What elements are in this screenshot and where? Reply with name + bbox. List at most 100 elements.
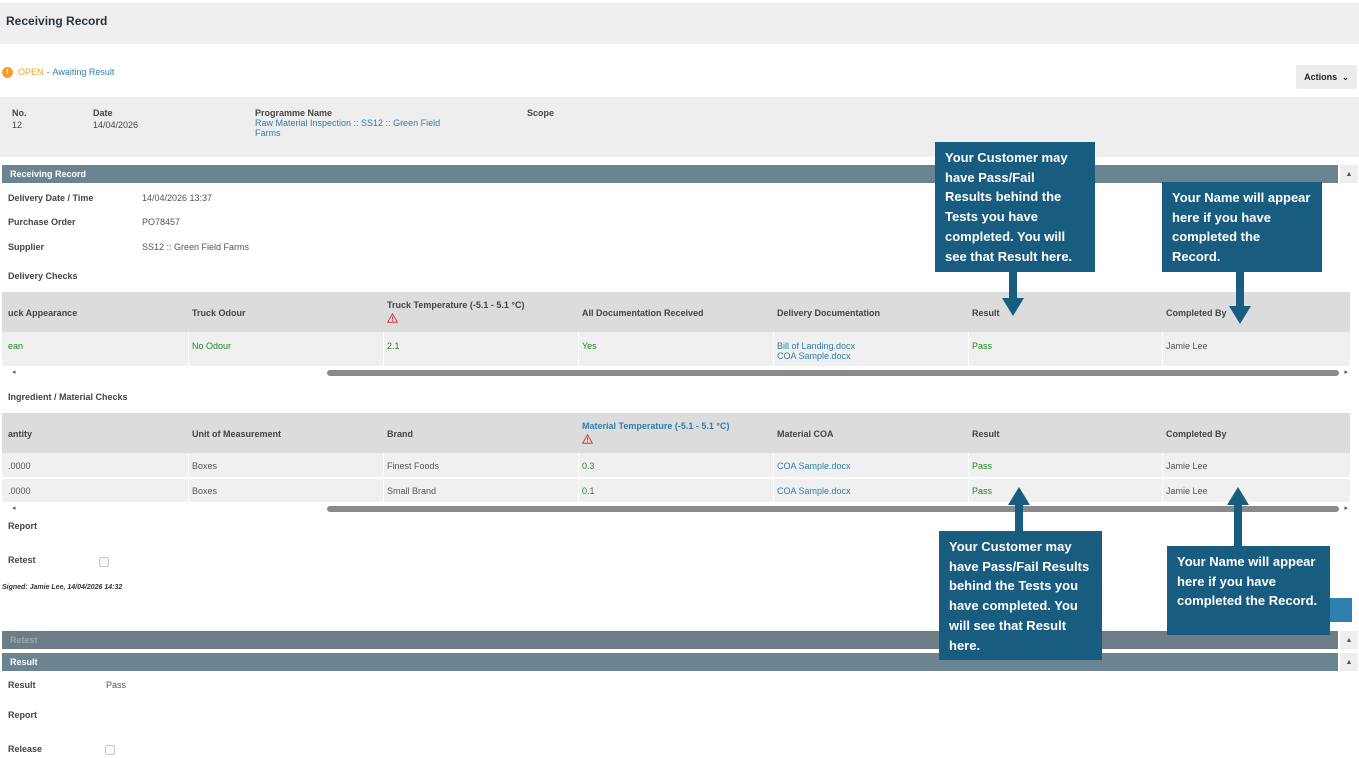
actions-button[interactable]: Actions ⌄: [1296, 65, 1357, 89]
record-summary: No. 12 Date 14/04/2026 Programme Name Ra…: [0, 97, 1359, 157]
column-header[interactable]: Material Temperature (-5.1 - 5.1 °C): [582, 421, 729, 431]
table-row: .0000 Boxes Finest Foods 0.3 COA Sample.…: [2, 453, 1350, 478]
column-header[interactable]: Completed By: [1166, 308, 1227, 318]
alert-circle-icon: !: [2, 66, 13, 78]
scroll-right-icon[interactable]: ▸: [1344, 504, 1348, 512]
delivery-date-value: 14/04/2026 13:37: [142, 193, 213, 203]
scroll-left-icon[interactable]: ◂: [12, 504, 16, 512]
cell-completed-by: Jamie Lee: [1166, 461, 1208, 471]
result-value: Pass: [106, 680, 127, 690]
receiving-record-page: Receiving Record ! OPEN - Awaiting Resul…: [0, 0, 1359, 758]
column-header[interactable]: Material COA: [777, 429, 834, 439]
actions-label: Actions: [1304, 72, 1338, 82]
bill-of-landing-link[interactable]: Bill of Landing.docx: [777, 341, 855, 351]
release-checkbox[interactable]: [105, 745, 115, 755]
scrollbar-thumb[interactable]: [327, 370, 1339, 376]
status-separator: -: [46, 67, 50, 77]
report-label: Report: [8, 521, 37, 531]
delivery-date-label: Delivery Date / Time: [8, 193, 94, 203]
result-label: Result: [8, 680, 36, 690]
section-title: Result: [10, 657, 38, 667]
column-header[interactable]: Completed By: [1166, 429, 1227, 439]
horizontal-scrollbar[interactable]: ◂ ▸: [2, 504, 1350, 514]
coa-sample-link[interactable]: COA Sample.docx: [777, 461, 851, 471]
chevron-up-icon[interactable]: ▲: [1340, 165, 1358, 183]
result-report-label: Report: [8, 710, 37, 720]
cell-completed-by: Jamie Lee: [1166, 341, 1208, 351]
column-header[interactable]: Result: [972, 308, 1000, 318]
column-header[interactable]: Truck Odour: [192, 308, 246, 318]
column-header[interactable]: Unit of Measurement: [192, 429, 281, 439]
scrollbar-thumb[interactable]: [327, 506, 1339, 512]
delivery-checks-table: uck Appearance Truck Odour Truck Tempera…: [2, 292, 1350, 367]
table-row: .0000 Boxes Small Brand 0.1 COA Sample.d…: [2, 479, 1350, 503]
cell-appearance: ean: [8, 341, 24, 351]
scroll-left-icon[interactable]: ◂: [12, 368, 16, 376]
section-title: Receiving Record: [10, 169, 87, 179]
page-title: Receiving Record: [6, 14, 108, 28]
cell-completed-by: Jamie Lee: [1166, 486, 1208, 496]
column-header[interactable]: Truck Temperature (-5.1 - 5.1 °C): [387, 300, 524, 310]
status-detail[interactable]: Awaiting Result: [53, 67, 115, 77]
cell-unit: Boxes: [192, 461, 218, 471]
material-checks-title: Ingredient / Material Checks: [8, 392, 128, 402]
record-status: ! OPEN - Awaiting Result: [2, 65, 114, 79]
cell-result: Pass: [972, 461, 993, 471]
title-bar: Receiving Record: [0, 3, 1359, 44]
programme-label: Programme Name: [255, 108, 333, 118]
no-value: 12: [12, 120, 23, 130]
supplier-label: Supplier: [8, 242, 45, 252]
column-header[interactable]: All Documentation Received: [582, 308, 704, 318]
cell-odour: No Odour: [192, 341, 232, 351]
chevron-down-icon: ⌄: [1342, 72, 1349, 82]
scope-label: Scope: [527, 108, 555, 118]
result-section-header[interactable]: Result: [2, 653, 1338, 671]
purchase-order-value: PO78457: [142, 217, 181, 227]
cell-documentation: Yes: [582, 341, 597, 351]
chevron-up-icon[interactable]: ▲: [1340, 653, 1358, 671]
cell-quantity: .0000: [8, 486, 31, 496]
coa-sample-link[interactable]: COA Sample.docx: [777, 351, 851, 361]
purchase-order-label: Purchase Order: [8, 217, 76, 227]
table-header: antity Unit of Measurement Brand Materia…: [2, 413, 1350, 453]
status-state: OPEN: [18, 67, 44, 77]
retest-label: Retest: [8, 555, 36, 565]
customer-result-callout: Your Customer may have Pass/Fail Results…: [939, 531, 1102, 660]
cell-temperature: 2.1: [387, 341, 400, 351]
table-header: uck Appearance Truck Odour Truck Tempera…: [2, 292, 1350, 332]
scroll-right-icon[interactable]: ▸: [1344, 368, 1348, 376]
cell-result: Pass: [972, 341, 993, 351]
table-row: ean No Odour 2.1 Yes Bill of Landing.doc…: [2, 332, 1350, 367]
column-header[interactable]: uck Appearance: [8, 308, 77, 318]
coa-sample-link[interactable]: COA Sample.docx: [777, 486, 851, 496]
cell-quantity: .0000: [8, 461, 31, 471]
name-callout: Your Name will appear here if you have c…: [1162, 182, 1322, 272]
column-header[interactable]: Result: [972, 429, 1000, 439]
material-checks-table: antity Unit of Measurement Brand Materia…: [2, 413, 1350, 503]
customer-result-callout: Your Customer may have Pass/Fail Results…: [935, 142, 1095, 272]
cell-brand: Finest Foods: [387, 461, 440, 471]
cell-brand: Small Brand: [387, 486, 437, 496]
retest-checkbox[interactable]: [99, 557, 109, 567]
column-header[interactable]: antity: [8, 429, 32, 439]
no-label: No.: [12, 108, 27, 118]
cell-temperature: 0.1: [582, 486, 595, 496]
signature-text: Signed: Jamie Lee, 14/04/2026 14:32: [2, 584, 123, 591]
release-label: Release: [8, 744, 43, 754]
date-value: 14/04/2026: [93, 120, 139, 130]
up-arrow-icon: [1008, 487, 1030, 532]
down-arrow-icon: [1229, 272, 1251, 324]
cell-result: Pass: [972, 486, 993, 496]
section-title: Retest: [10, 635, 38, 645]
programme-link[interactable]: Raw Material Inspection :: SS12 :: Green…: [255, 118, 445, 138]
receiving-record-header[interactable]: Receiving Record: [2, 165, 1338, 183]
up-arrow-icon: [1227, 487, 1249, 547]
cell-unit: Boxes: [192, 486, 218, 496]
chevron-up-icon[interactable]: ▲: [1340, 631, 1358, 649]
column-header[interactable]: Brand: [387, 429, 413, 439]
column-header[interactable]: Delivery Documentation: [777, 308, 880, 318]
cell-temperature: 0.3: [582, 461, 595, 471]
horizontal-scrollbar[interactable]: ◂ ▸: [2, 368, 1350, 378]
name-callout: Your Name will appear here if you have c…: [1167, 546, 1330, 635]
down-arrow-icon: [1002, 272, 1024, 316]
